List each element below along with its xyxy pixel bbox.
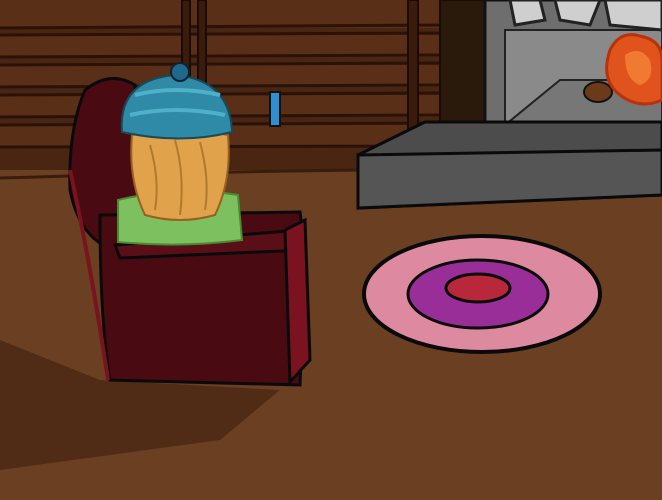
- fireplace: [483, 0, 662, 137]
- game-scene: [0, 0, 662, 500]
- book-icon[interactable]: [269, 91, 281, 127]
- rug[interactable]: [362, 234, 602, 354]
